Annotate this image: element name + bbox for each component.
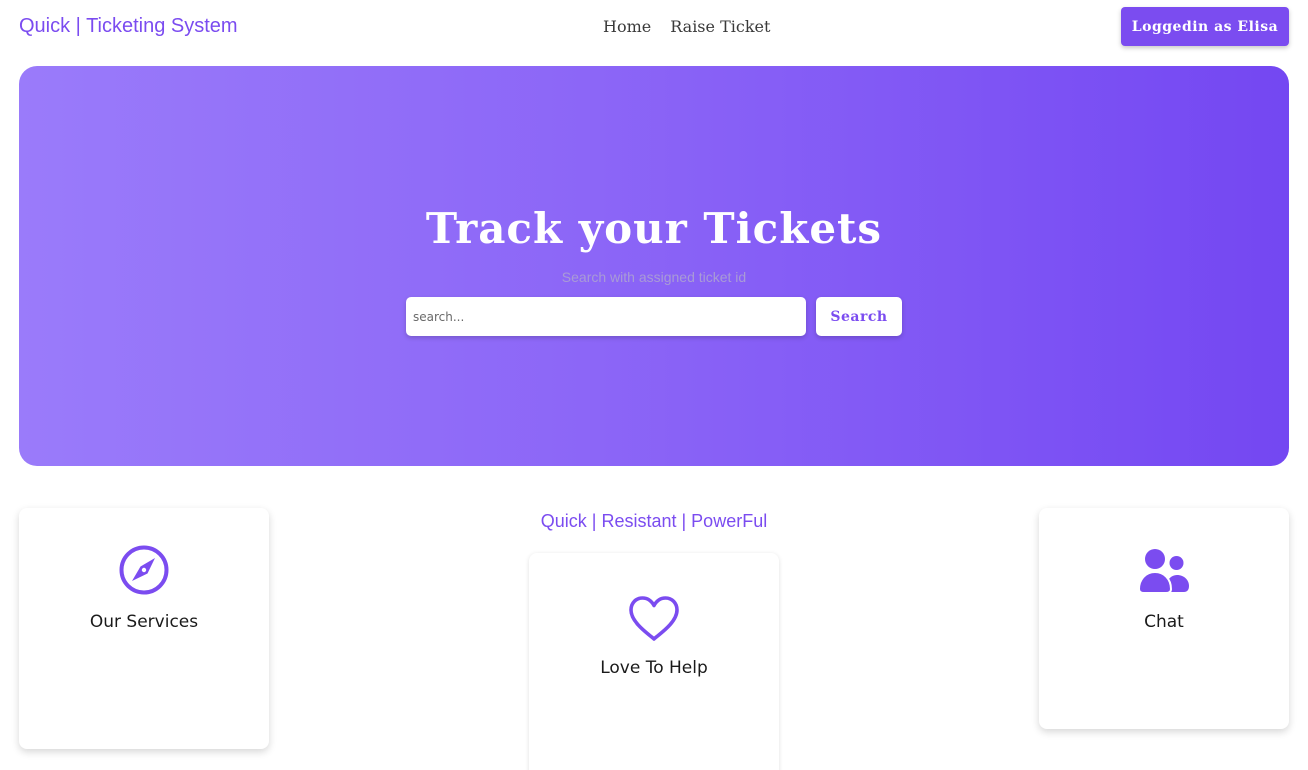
heart-icon xyxy=(529,595,779,643)
card-chat[interactable]: Chat xyxy=(1039,508,1289,729)
card-label-chat: Chat xyxy=(1144,612,1184,632)
nav-link-raise-ticket[interactable]: Raise Ticket xyxy=(670,17,770,36)
hero-banner: Track your Tickets Search with assigned … xyxy=(19,66,1289,466)
search-button[interactable]: Search xyxy=(816,297,902,336)
compass-icon xyxy=(19,545,269,595)
card-love-to-help[interactable]: Love To Help xyxy=(529,553,779,770)
nav-links: Home Raise Ticket xyxy=(603,17,770,36)
ticket-search-input[interactable] xyxy=(406,297,806,336)
logged-in-user-button[interactable]: Loggedin as Elisa xyxy=(1121,7,1289,46)
navbar: Quick | Ticketing System Home Raise Tick… xyxy=(0,0,1308,56)
nav-link-home[interactable]: Home xyxy=(603,17,651,36)
hero-title: Track your Tickets xyxy=(425,204,883,253)
hero-subtitle: Search with assigned ticket id xyxy=(561,269,747,285)
card-label-our-services: Our Services xyxy=(89,612,199,632)
brand-logo[interactable]: Quick | Ticketing System xyxy=(19,15,238,38)
card-label-love-to-help: Love To Help xyxy=(600,658,708,678)
card-our-services[interactable]: Our Services xyxy=(19,508,269,749)
users-icon xyxy=(1039,548,1289,594)
